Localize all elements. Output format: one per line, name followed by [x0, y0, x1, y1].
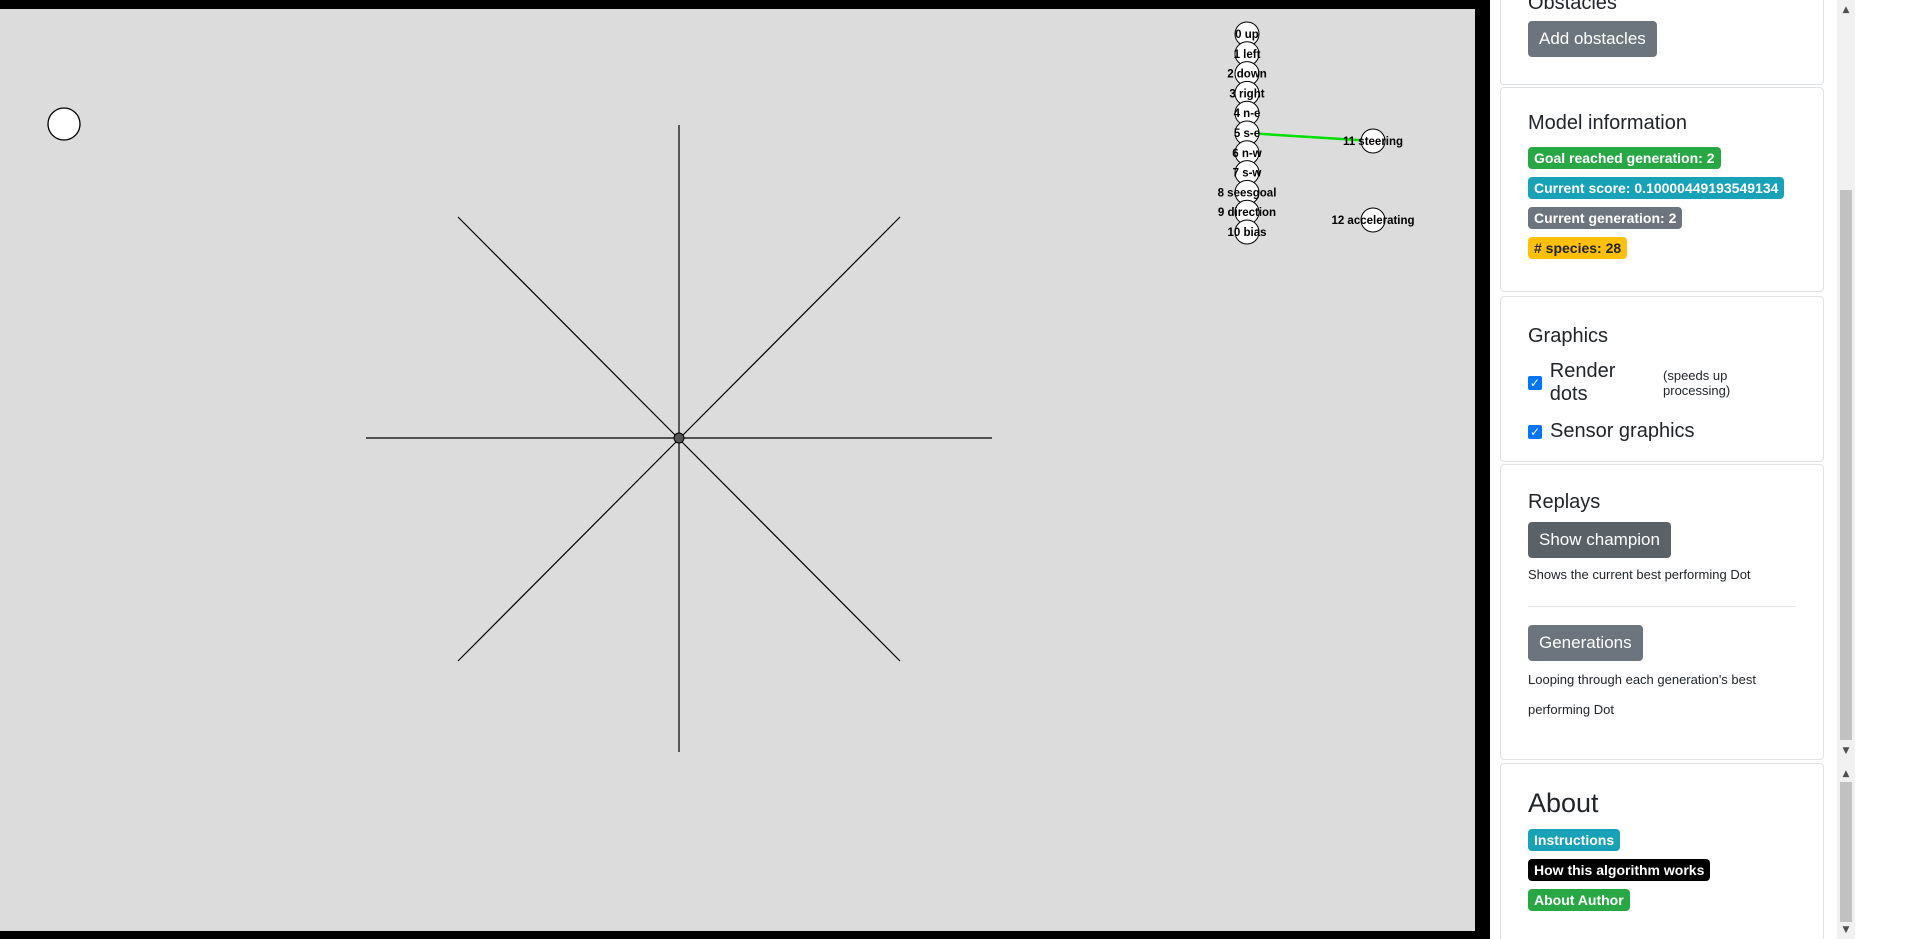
simulation-canvas[interactable]: 0 up 1 left 2 down 3 right 4 n-e 5 s-e 6 n-w 7 …: [0, 0, 1490, 939]
nn-node-label: 6 n-w: [1232, 148, 1261, 160]
scroll-down-arrow-secondary-icon[interactable]: ▼: [1837, 922, 1855, 938]
nn-node-label: 5 s-e: [1234, 128, 1260, 140]
replays-card: Replays Show champion Shows the current …: [1500, 464, 1824, 760]
scroll-up-arrow-icon[interactable]: ▲: [1837, 2, 1855, 18]
scroll-thumb[interactable]: [1840, 190, 1852, 740]
instructions-link[interactable]: Instructions: [1528, 829, 1621, 851]
sidebar-scrollbar[interactable]: ▲ ▼ ▲ ▼: [1837, 0, 1855, 939]
render-dots-note: (speeds up processing): [1663, 368, 1731, 398]
sidebar: Obstacles Add obstacles Model informatio…: [1490, 0, 1837, 939]
nn-node-label: 4 n-e: [1234, 108, 1261, 120]
nn-node-label: 3 right: [1229, 88, 1264, 100]
nn-node-label: 1 left: [1234, 49, 1261, 61]
render-dots-checkbox[interactable]: ✓: [1528, 376, 1542, 390]
generations-help: Looping through each generation's best p…: [1528, 665, 1796, 725]
nn-node-label: 8 seesgoal: [1218, 187, 1277, 199]
show-champion-help: Shows the current best performing Dot: [1528, 567, 1751, 582]
render-dots-label: Render dots: [1549, 360, 1616, 405]
nn-node-label: 7 s-w: [1233, 168, 1262, 180]
nn-node-label: 0 up: [1235, 29, 1259, 41]
graphics-title: Graphics: [1528, 325, 1609, 347]
obstacles-card: Obstacles Add obstacles: [1500, 0, 1824, 85]
generations-button[interactable]: Generations: [1528, 625, 1643, 661]
obstacles-title: Obstacles: [1528, 0, 1617, 14]
graphics-card: Graphics ✓ Render dots (speeds up proces…: [1500, 296, 1824, 462]
scroll-up-arrow-secondary-icon[interactable]: ▲: [1837, 766, 1855, 782]
model-information-title: Model information: [1528, 112, 1687, 134]
how-algorithm-works-link[interactable]: How this algorithm works: [1528, 859, 1711, 881]
scroll-thumb-secondary[interactable]: [1840, 782, 1852, 922]
sensor-graphics-label: Sensor graphics: [1550, 420, 1695, 442]
nn-node-label: 12 accelerating: [1331, 215, 1414, 227]
show-champion-button[interactable]: Show champion: [1528, 522, 1671, 558]
generations-help-line-1: Looping through each generation's best: [1528, 672, 1756, 687]
about-card: About Instructions How this algorithm wo…: [1500, 763, 1824, 939]
sensor-graphics-checkbox[interactable]: ✓: [1528, 424, 1542, 439]
replays-title: Replays: [1528, 491, 1601, 513]
current-score-badge: Current score: 0.10000449193549134: [1528, 177, 1785, 199]
goal-circle: [47, 107, 81, 141]
app-page: 0 up 1 left 2 down 3 right 4 n-e 5 s-e 6 n-w 7 …: [0, 0, 1920, 939]
generations-help-line-2: performing Dot: [1528, 702, 1614, 717]
about-author-link[interactable]: About Author: [1528, 889, 1630, 911]
render-dots-option[interactable]: ✓ Render dots (speeds up processing): [1528, 360, 1796, 406]
current-generation-badge: Current generation: 2: [1528, 207, 1683, 229]
scroll-down-arrow-icon[interactable]: ▼: [1837, 743, 1855, 759]
dot-agent: [673, 432, 685, 444]
model-information-card: Model information Goal reached generatio…: [1500, 87, 1824, 292]
replays-divider: [1528, 606, 1796, 607]
goal-reached-badge: Goal reached generation: 2: [1528, 147, 1721, 169]
simulation-frame: 0 up 1 left 2 down 3 right 4 n-e 5 s-e 6 n-w 7 …: [0, 0, 1490, 939]
nn-node-label: 11 steering: [1343, 136, 1403, 148]
nn-node-label: 9 direction: [1218, 207, 1276, 219]
add-obstacles-button[interactable]: Add obstacles: [1528, 21, 1657, 57]
sensor-graphics-option[interactable]: ✓ Sensor graphics: [1528, 420, 1796, 443]
nn-node-label: 10 bias: [1228, 227, 1267, 239]
about-title: About: [1528, 788, 1599, 818]
nn-node-label: 2 down: [1227, 69, 1267, 81]
species-count-badge: # species: 28: [1528, 237, 1628, 259]
